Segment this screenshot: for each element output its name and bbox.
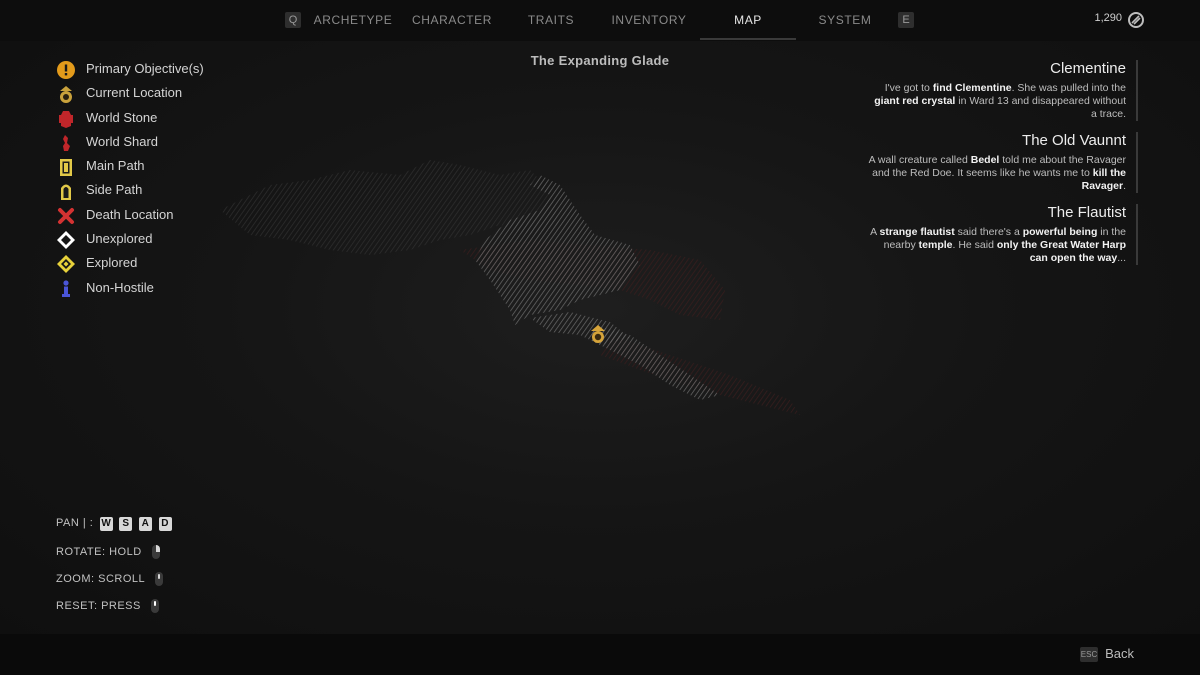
- legend-label: Death Location: [86, 206, 174, 222]
- world-shard-icon: [63, 134, 70, 151]
- quest-text: . She was pulled into the: [1011, 82, 1126, 94]
- main-path-icon: [60, 159, 72, 177]
- legend-label: Current Location: [86, 85, 183, 101]
- tab-inventory[interactable]: INVENTORY: [601, 0, 697, 40]
- quest-text: said there's a: [954, 226, 1023, 238]
- back-button[interactable]: Back: [1105, 646, 1134, 661]
- rotate-label: ROTATE: HOLD: [56, 545, 142, 558]
- quest-highlight: giant red crystal: [874, 95, 956, 107]
- esc-key[interactable]: ESC: [1080, 647, 1098, 662]
- mouse-middle-button-icon: [151, 599, 160, 613]
- legend-label: Explored: [86, 255, 138, 271]
- bottom-bar: ESC Back: [0, 634, 1200, 675]
- reset-control: RESET: PRESS: [56, 598, 172, 625]
- top-nav-bar: Q ARCHETYPE CHARACTER TRAITS INVENTORY M…: [0, 0, 1200, 42]
- quest-title: Clementine: [1050, 60, 1126, 77]
- side-path-icon: [61, 184, 71, 201]
- quest-text: I've got to: [884, 82, 933, 94]
- quest-highlight: strange flautist: [879, 226, 955, 238]
- reset-label: RESET: PRESS: [56, 599, 141, 612]
- quest-text: A wall creature called: [868, 154, 971, 166]
- quest-entry[interactable]: The Flautist A strange flautist said the…: [868, 204, 1138, 265]
- zoom-label: ZOOM: SCROLL: [56, 572, 145, 585]
- non-hostile-icon: [62, 280, 70, 297]
- quest-highlight: powerful being: [1022, 226, 1098, 238]
- quest-text: .: [1123, 180, 1126, 192]
- quest-text: ...: [1117, 252, 1126, 264]
- quest-highlight: temple: [918, 239, 953, 251]
- key-a: A: [139, 517, 153, 531]
- quest-text: . He said: [952, 239, 997, 251]
- death-x-icon: [58, 207, 74, 224]
- quest-title: The Old Vaunnt: [1022, 132, 1126, 149]
- quest-highlight: find Clementine: [932, 82, 1012, 94]
- map-region-explored-south: [530, 312, 630, 345]
- next-tab-key[interactable]: E: [898, 12, 914, 28]
- explored-diamond-icon: [57, 255, 75, 274]
- key-d: D: [158, 517, 172, 531]
- pan-control: PAN | : W S A D: [56, 517, 172, 544]
- legend-label: World Shard: [86, 133, 159, 149]
- legend-label: Primary Objective(s): [86, 61, 204, 76]
- current-location-marker-icon[interactable]: [588, 323, 608, 345]
- tab-map[interactable]: MAP: [700, 0, 796, 40]
- zoom-control: ZOOM: SCROLL: [56, 571, 172, 598]
- mouse-scroll-icon: [155, 572, 164, 586]
- tab-traits[interactable]: TRAITS: [506, 0, 596, 40]
- quest-description: A wall creature called Bedel told me abo…: [868, 154, 1126, 193]
- mouse-right-button-icon: [152, 545, 161, 559]
- legend-label: Main Path: [86, 158, 145, 174]
- key-w: W: [99, 517, 113, 531]
- quest-description: I've got to find Clementine. She was pul…: [868, 82, 1126, 121]
- exclamation-icon: [57, 61, 75, 79]
- current-location-icon: [60, 86, 72, 104]
- map-controls-help: PAN | : W S A D ROTATE: HOLD ZOOM: SCROL…: [56, 517, 172, 625]
- tab-system[interactable]: SYSTEM: [800, 0, 890, 40]
- currency-amount: 1,290: [1094, 12, 1122, 24]
- quest-highlight: Bedel: [970, 154, 1000, 166]
- quest-description: A strange flautist said there's a powerf…: [868, 226, 1126, 265]
- quest-text: in Ward 13 and disappeared without a tra…: [955, 95, 1126, 120]
- scrap-currency-icon: [1128, 12, 1144, 28]
- legend-label: Side Path: [86, 182, 143, 198]
- unexplored-diamond-icon: [57, 231, 75, 250]
- quest-title: The Flautist: [1047, 204, 1126, 221]
- tab-character[interactable]: CHARACTER: [403, 0, 501, 40]
- world-stone-icon: [59, 110, 73, 128]
- quest-log: Clementine I've got to find Clementine. …: [868, 60, 1138, 276]
- rotate-control: ROTATE: HOLD: [56, 544, 172, 571]
- key-s: S: [119, 517, 133, 531]
- quest-entry[interactable]: The Old Vaunnt A wall creature called Be…: [868, 132, 1138, 193]
- pan-label: PAN | :: [56, 517, 94, 529]
- quest-entry[interactable]: Clementine I've got to find Clementine. …: [868, 60, 1138, 121]
- quest-highlight: only the Great Water Harp can open the w…: [996, 239, 1126, 264]
- zone-map[interactable]: [200, 140, 840, 440]
- legend-label: Non-Hostile: [86, 279, 154, 295]
- prev-tab-key[interactable]: Q: [285, 12, 301, 28]
- legend-label: World Stone: [86, 109, 158, 125]
- tab-archetype[interactable]: ARCHETYPE: [308, 0, 398, 40]
- legend-label: Unexplored: [86, 231, 153, 247]
